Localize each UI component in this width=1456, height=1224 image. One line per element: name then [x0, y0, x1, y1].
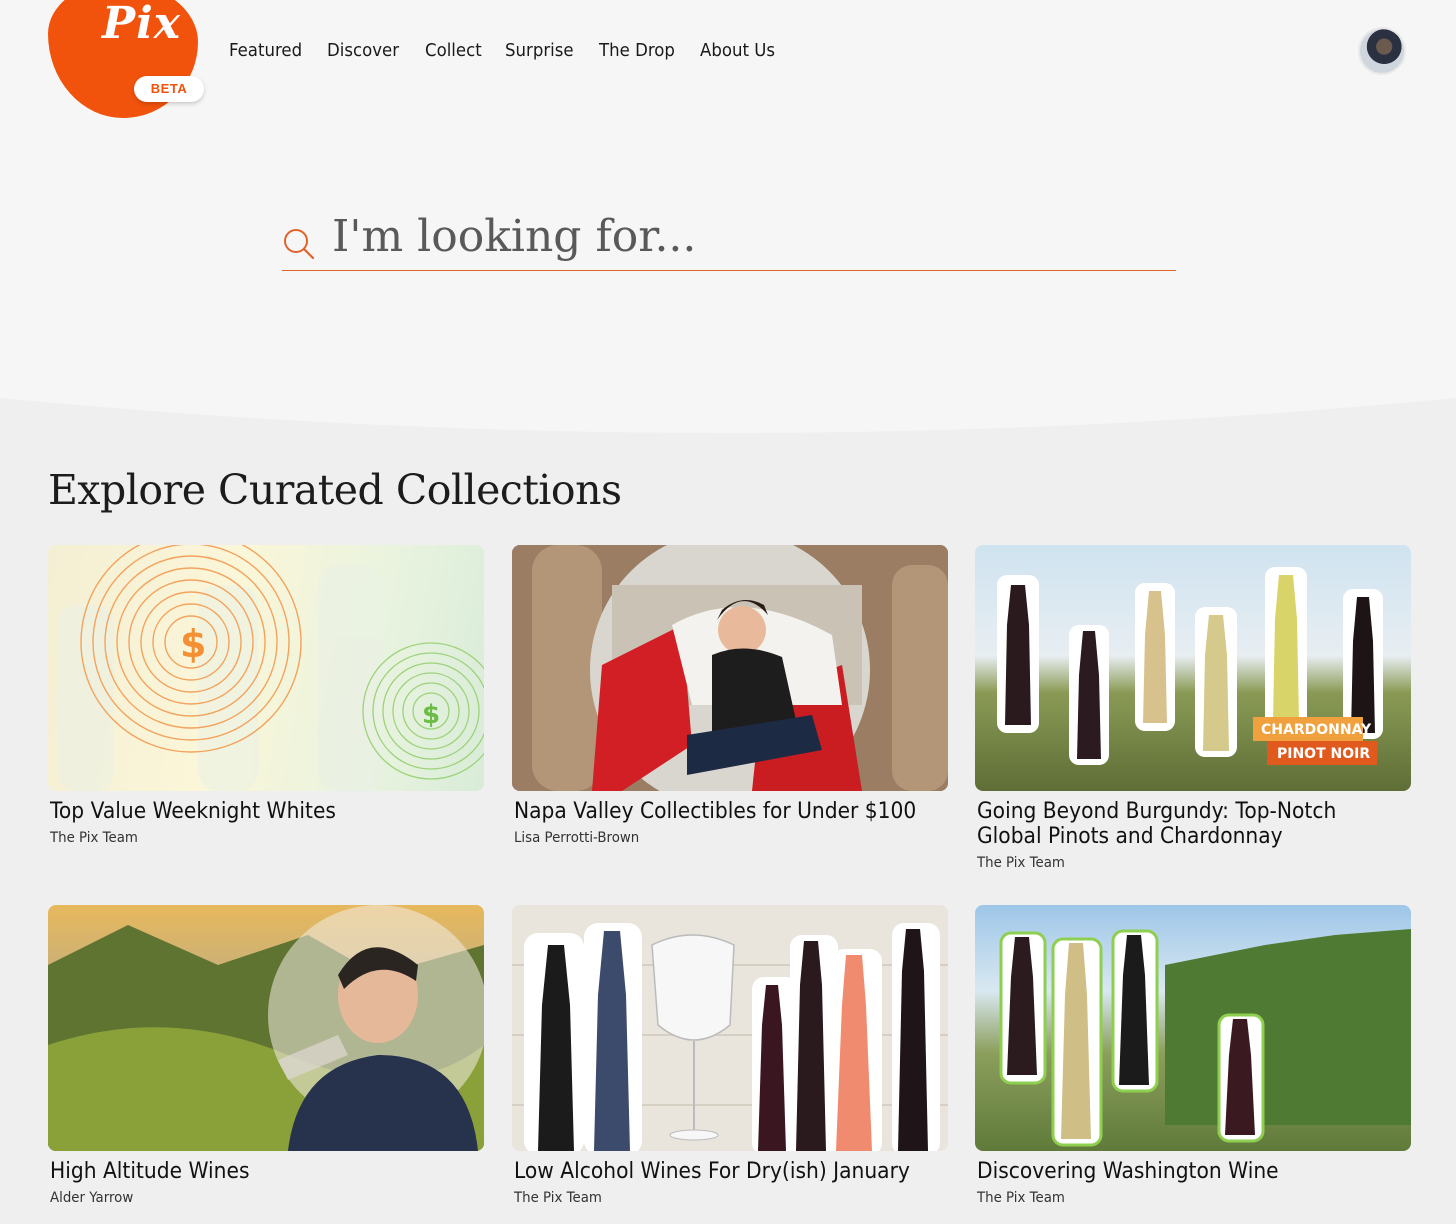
svg-text:$: $ [180, 622, 206, 666]
pix-logo[interactable]: Pix BETA [48, 0, 204, 118]
collection-title[interactable]: Low Alcohol Wines For Dry(ish) January [514, 1159, 946, 1184]
collection-author: The Pix Team [977, 1190, 1065, 1206]
user-avatar[interactable] [1358, 27, 1406, 75]
search-input[interactable] [330, 206, 1154, 266]
collection-card[interactable]: $ $ Top Value Weeknight Whites The Pix T… [48, 545, 484, 846]
sign-chardonnay: CHARDONNAY [1261, 722, 1372, 738]
collection-author: Lisa Perrotti-Brown [514, 830, 640, 846]
nav-collect[interactable]: Collect [425, 40, 482, 61]
collection-card[interactable]: Low Alcohol Wines For Dry(ish) January T… [512, 905, 948, 1206]
svg-text:$: $ [422, 700, 440, 730]
collection-author: Alder Yarrow [50, 1190, 134, 1206]
collection-title[interactable]: Discovering Washington Wine [977, 1159, 1409, 1184]
collection-title[interactable]: Top Value Weeknight Whites [50, 799, 482, 824]
collection-image[interactable] [512, 905, 948, 1151]
main-nav: Featured Discover Collect Surprise The D… [229, 40, 782, 61]
sign-pinot-noir: PINOT NOIR [1277, 746, 1370, 762]
collection-title[interactable]: Napa Valley Collectibles for Under $100 [514, 799, 946, 824]
collection-title[interactable]: Going Beyond Burgundy: Top-Notch Global … [977, 799, 1345, 849]
search-icon[interactable] [282, 226, 316, 260]
beta-badge: BETA [134, 76, 204, 102]
collection-author: The Pix Team [977, 855, 1065, 871]
collection-card[interactable]: CHARDONNAY PINOT NOIR Going Beyond Burgu… [975, 545, 1411, 871]
collection-image[interactable]: $ $ [48, 545, 484, 791]
collection-card[interactable]: Napa Valley Collectibles for Under $100 … [512, 545, 948, 846]
collection-card[interactable]: High Altitude Wines Alder Yarrow [48, 905, 484, 1206]
logo-text: Pix [102, 0, 182, 49]
collection-image[interactable] [975, 905, 1411, 1151]
collection-author: The Pix Team [514, 1190, 602, 1206]
search-bar [282, 200, 1176, 271]
nav-the-drop[interactable]: The Drop [599, 40, 675, 61]
collection-title[interactable]: High Altitude Wines [50, 1159, 482, 1184]
collection-image[interactable] [512, 545, 948, 791]
section-title: Explore Curated Collections [48, 466, 622, 514]
site-header: Pix BETA Featured Discover Collect Surpr… [0, 0, 1456, 130]
nav-surprise[interactable]: Surprise [505, 40, 574, 61]
collection-image[interactable] [48, 905, 484, 1151]
nav-featured[interactable]: Featured [229, 40, 302, 61]
collection-card[interactable]: Discovering Washington Wine The Pix Team [975, 905, 1411, 1206]
collection-author: The Pix Team [50, 830, 138, 846]
nav-discover[interactable]: Discover [327, 40, 399, 61]
collection-image[interactable]: CHARDONNAY PINOT NOIR [975, 545, 1411, 791]
nav-about-us[interactable]: About Us [700, 40, 775, 61]
